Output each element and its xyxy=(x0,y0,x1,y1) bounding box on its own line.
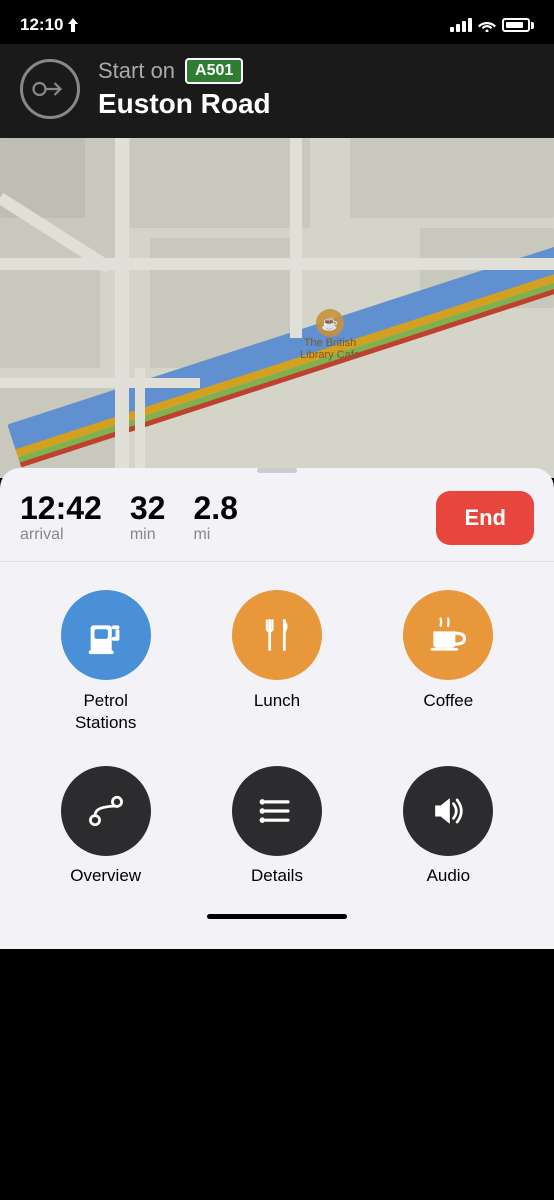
bottom-sheet: 12:42 arrival 32 min 2.8 mi End xyxy=(0,468,554,949)
lunch-icon xyxy=(255,613,299,657)
status-bar: 12:10 xyxy=(0,0,554,44)
trip-info: 12:42 arrival 32 min 2.8 mi End xyxy=(0,473,554,562)
petrol-icon-circle xyxy=(61,590,151,680)
duration-value: 32 xyxy=(130,492,166,524)
distance-label: mi xyxy=(193,526,237,544)
petrol-icon xyxy=(83,612,129,658)
overview-icon-circle xyxy=(61,766,151,856)
audio-icon-circle xyxy=(403,766,493,856)
nav-direction-icon xyxy=(20,59,80,119)
battery-icon xyxy=(502,18,534,32)
overview-icon xyxy=(84,789,128,833)
map-area[interactable]: ☕ The British Library Cafe xyxy=(0,138,554,478)
nav-header: Start on A501 Euston Road xyxy=(0,44,554,138)
end-button[interactable]: End xyxy=(436,491,534,545)
nav-start-label: Start on xyxy=(98,58,175,84)
arrival-time: 12:42 xyxy=(20,492,102,524)
road-badge: A501 xyxy=(185,58,243,84)
poi-row: PetrolStations Lunch xyxy=(0,562,554,744)
continue-arrow-icon xyxy=(32,77,68,101)
nav-road-name: Euston Road xyxy=(98,88,271,120)
arrival-label: arrival xyxy=(20,526,102,544)
signal-icon xyxy=(450,18,472,32)
svg-text:☕: ☕ xyxy=(321,314,338,332)
action-row: Overview Details xyxy=(0,744,554,896)
poi-coffee[interactable]: Coffee xyxy=(378,590,518,734)
arrival-stat: 12:42 arrival xyxy=(20,492,102,544)
action-overview[interactable]: Overview xyxy=(36,766,176,886)
action-details[interactable]: Details xyxy=(207,766,347,886)
details-icon-circle xyxy=(232,766,322,856)
status-time: 12:10 xyxy=(20,15,79,35)
audio-label: Audio xyxy=(427,866,470,886)
poi-petrol[interactable]: PetrolStations xyxy=(36,590,176,734)
duration-stat: 32 min xyxy=(130,492,166,544)
lunch-icon-circle xyxy=(232,590,322,680)
distance-stat: 2.8 mi xyxy=(193,492,237,544)
coffee-icon-circle xyxy=(403,590,493,680)
status-icons xyxy=(450,18,534,32)
time-display: 12:10 xyxy=(20,15,63,35)
map-svg: ☕ The British Library Cafe xyxy=(0,138,554,478)
coffee-icon xyxy=(426,613,470,657)
action-audio[interactable]: Audio xyxy=(378,766,518,886)
distance-value: 2.8 xyxy=(193,492,237,524)
audio-icon xyxy=(426,789,470,833)
duration-label: min xyxy=(130,526,166,544)
details-label: Details xyxy=(251,866,303,886)
coffee-label: Coffee xyxy=(423,690,473,712)
petrol-label: PetrolStations xyxy=(75,690,136,734)
svg-text:Library Cafe: Library Cafe xyxy=(300,349,360,361)
wifi-icon xyxy=(478,18,496,32)
details-icon xyxy=(255,789,299,833)
nav-instruction: Start on A501 Euston Road xyxy=(98,58,271,120)
location-icon xyxy=(67,18,79,32)
home-indicator xyxy=(207,914,347,919)
overview-label: Overview xyxy=(70,866,141,886)
poi-lunch[interactable]: Lunch xyxy=(207,590,347,734)
svg-text:The British: The British xyxy=(304,337,357,349)
lunch-label: Lunch xyxy=(254,690,300,712)
